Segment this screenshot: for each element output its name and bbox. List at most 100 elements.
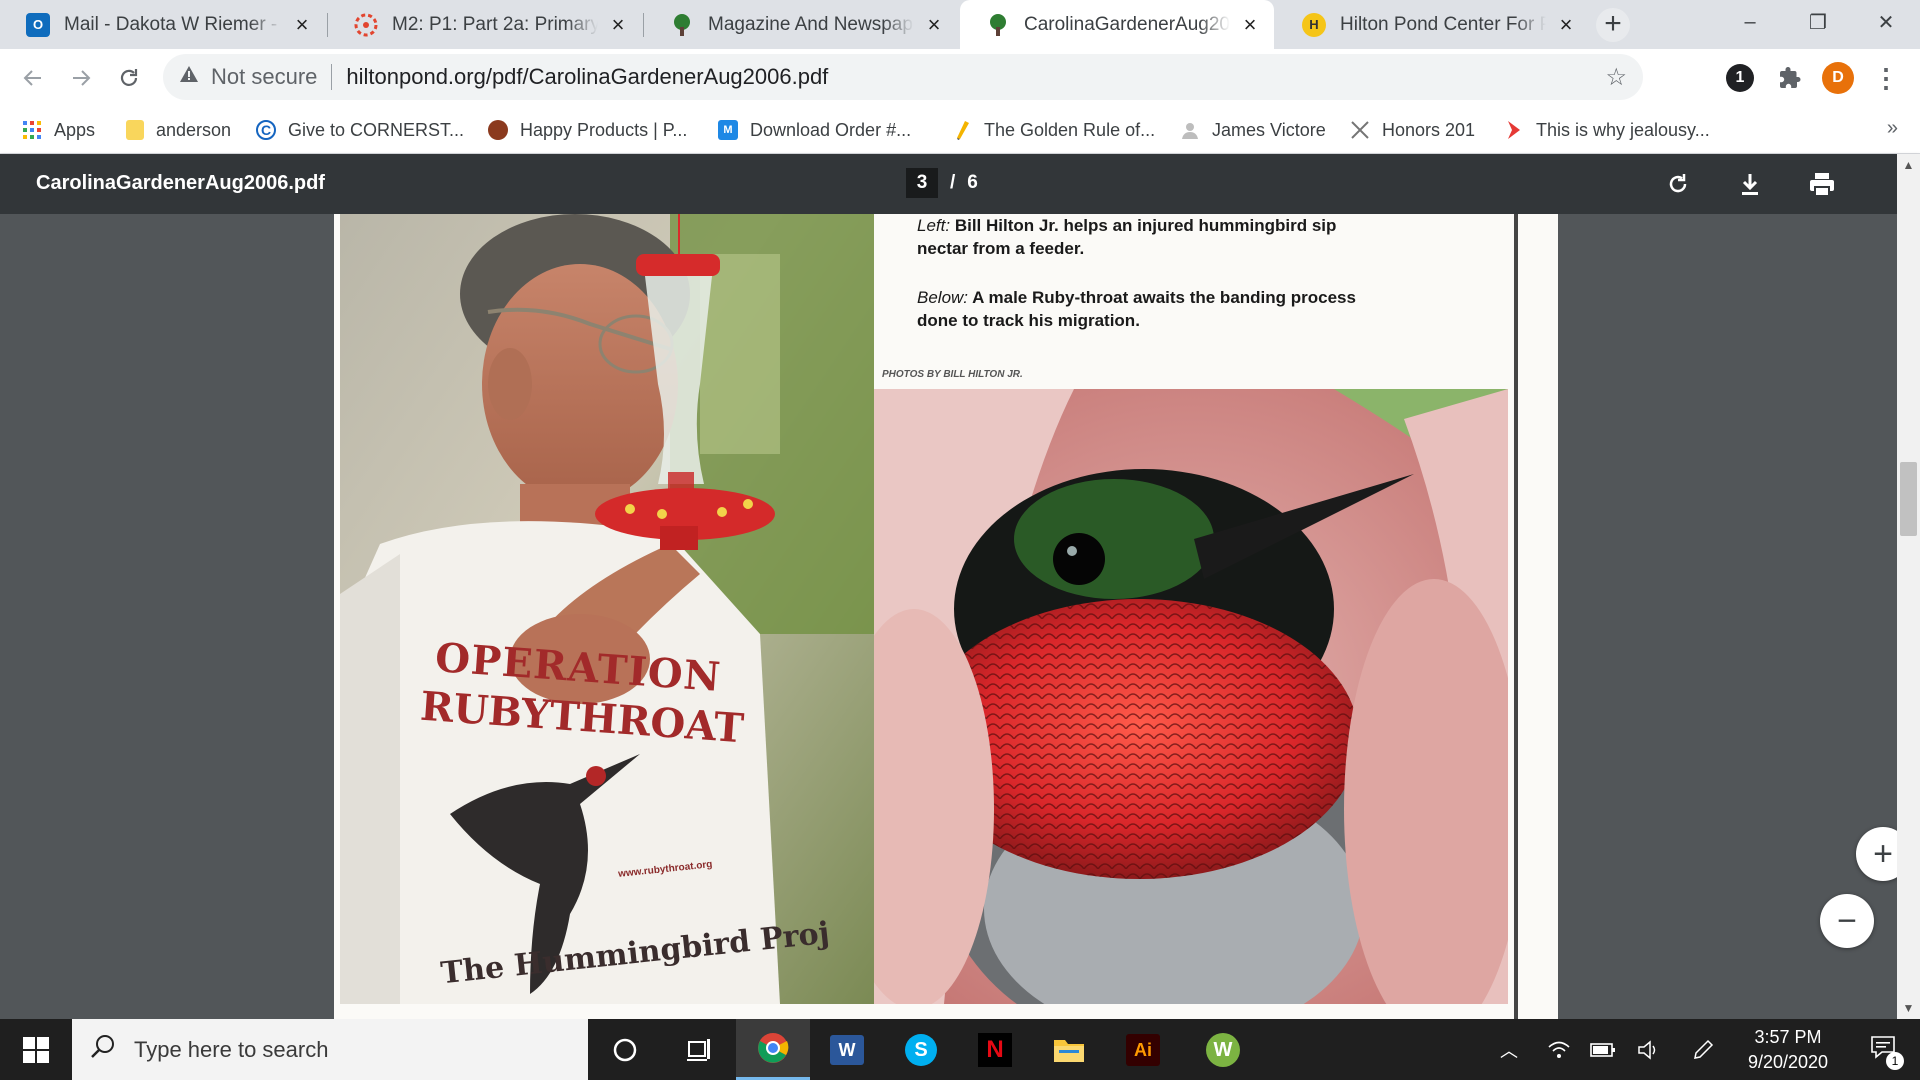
close-icon[interactable]: × <box>1238 12 1262 37</box>
back-arrow-icon <box>23 70 41 86</box>
address-bar[interactable]: Not secure hiltonpond.org/pdf/CarolinaGa… <box>163 54 1643 100</box>
warning-triangle-icon <box>179 64 201 90</box>
forward-button[interactable] <box>60 57 102 99</box>
bookmarks-bar: Apps anderson C Give to CORNERST... Happ… <box>0 107 1920 154</box>
illustrator-icon[interactable]: Ai <box>1106 1019 1180 1080</box>
download-icon <box>1742 174 1758 195</box>
bookmark-download-order[interactable]: M Download Order #... <box>718 107 911 153</box>
bookmark-james-victore[interactable]: James Victore <box>1180 107 1326 153</box>
bookmark-label: Give to CORNERST... <box>288 119 465 140</box>
extensions-icon[interactable] <box>1774 62 1806 94</box>
tab-canvas-assignment[interactable]: M2: P1: Part 2a: Primary client × <box>328 0 642 49</box>
battery-icon[interactable] <box>1586 1019 1620 1080</box>
bookmark-apps[interactable]: Apps <box>22 107 95 153</box>
bookmark-label: Honors 201 <box>1382 119 1476 140</box>
tab-hilton-pond[interactable]: H Hilton Pond Center For Piedmont × <box>1276 0 1590 49</box>
bookmark-label: The Golden Rule of... <box>984 119 1156 140</box>
close-icon[interactable]: × <box>290 12 314 37</box>
hummingbird-illustration <box>874 389 1508 1004</box>
tab-title: Mail - Dakota W Riemer - Outlook <box>64 13 282 35</box>
url-text[interactable]: hiltonpond.org/pdf/CarolinaGardenerAug20… <box>346 64 1605 90</box>
restore-button[interactable]: ❐ <box>1784 0 1852 44</box>
search-placeholder: Type here to search <box>134 1036 329 1062</box>
new-tab-button[interactable]: + <box>1596 8 1630 42</box>
netflix-icon[interactable]: N <box>958 1019 1032 1080</box>
task-view-icon[interactable] <box>662 1019 736 1080</box>
caption-below: Below: A male Ruby-throat awaits the ban… <box>917 286 1357 332</box>
pdf-page: OPERATION RUBYTHROAT www.rubythroat.org … <box>334 214 1558 1019</box>
apps-grid-icon <box>22 120 42 140</box>
tab-carolina-gardener-pdf[interactable]: CarolinaGardenerAug2006.pdf × <box>960 0 1274 49</box>
close-window-button[interactable]: ✕ <box>1852 0 1920 44</box>
tab-strip: O Mail - Dakota W Riemer - Outlook × M2:… <box>0 0 1920 49</box>
browser-toolbar: Not secure hiltonpond.org/pdf/CarolinaGa… <box>0 49 1920 107</box>
chrome-icon[interactable] <box>736 1019 810 1080</box>
profile-avatar[interactable]: D <box>1822 62 1854 94</box>
page-gutter <box>1514 214 1518 1019</box>
tab-title: Magazine And Newspaper Articles <box>708 13 914 35</box>
zoom-out-button[interactable]: − <box>1820 894 1874 948</box>
tab-title: Hilton Pond Center For Piedmont <box>1340 13 1546 35</box>
search-icon <box>90 1033 116 1066</box>
folder-icon <box>126 120 144 140</box>
volume-icon[interactable] <box>1632 1019 1666 1080</box>
bookmark-label: Download Order #... <box>750 119 912 140</box>
close-icon[interactable]: × <box>1554 12 1578 37</box>
bookmark-jealousy[interactable]: This is why jealousy... <box>1504 107 1710 153</box>
more-bookmarks-button[interactable]: » <box>1887 117 1898 140</box>
happy-products-icon <box>488 120 508 140</box>
security-status[interactable]: Not secure <box>211 64 317 90</box>
start-button[interactable] <box>0 1019 72 1080</box>
reload-icon <box>120 69 138 86</box>
bookmark-happy-products[interactable]: Happy Products | P... <box>488 107 687 153</box>
system-clock[interactable]: 3:57 PM 9/20/2020 <box>1728 1025 1848 1075</box>
bookmark-red-icon <box>1504 120 1524 140</box>
tab-title: CarolinaGardenerAug2006.pdf <box>1024 13 1230 35</box>
page-indicator: 3 / 6 <box>906 168 978 198</box>
minimize-button[interactable]: – <box>1716 0 1784 44</box>
clock-time: 3:57 PM <box>1754 1027 1822 1047</box>
bookmark-star-icon[interactable]: ☆ <box>1605 63 1627 92</box>
chrome-menu-button[interactable]: ⋮ <box>1870 62 1902 94</box>
tab-outlook-mail[interactable]: O Mail - Dakota W Riemer - Outlook × <box>0 0 326 49</box>
photo-credit: PHOTOS BY BILL HILTON JR. <box>882 369 1023 380</box>
mm-icon: M <box>718 120 738 140</box>
photo-ruby-throat-hummingbird <box>874 389 1508 1004</box>
reload-button[interactable] <box>108 57 150 99</box>
notification-count: 1 <box>1886 1052 1904 1070</box>
tab-magazine-articles[interactable]: Magazine And Newspaper Articles × <box>644 0 958 49</box>
cornerstone-icon: C <box>256 120 276 140</box>
file-explorer-icon[interactable] <box>1032 1019 1106 1080</box>
scroll-up-arrow-icon[interactable]: ▲ <box>1897 154 1920 176</box>
action-center-button[interactable]: 1 <box>1858 1019 1908 1080</box>
print-button[interactable] <box>1804 166 1840 202</box>
scroll-thumb[interactable] <box>1900 462 1917 536</box>
taskbar-search-box[interactable]: Type here to search <box>72 1019 588 1080</box>
pdf-viewer[interactable]: OPERATION RUBYTHROAT www.rubythroat.org … <box>0 214 1920 1019</box>
word-icon[interactable]: W <box>810 1019 884 1080</box>
bookmark-honors-201[interactable]: Honors 201 <box>1350 107 1475 153</box>
close-icon[interactable]: × <box>922 12 946 37</box>
bookmark-anderson[interactable]: anderson <box>126 107 231 153</box>
cortana-icon[interactable] <box>588 1019 662 1080</box>
windows-logo-icon <box>23 1036 49 1063</box>
bookmark-golden-rule[interactable]: The Golden Rule of... <box>952 107 1155 153</box>
webroot-icon[interactable]: W <box>1186 1019 1260 1080</box>
pen-icon[interactable] <box>1686 1019 1720 1080</box>
man-feeder-illustration <box>340 214 874 1004</box>
tab-title: M2: P1: Part 2a: Primary client <box>392 13 598 35</box>
skype-icon[interactable]: S <box>884 1019 958 1080</box>
download-button[interactable] <box>1732 166 1768 202</box>
bookmark-cornerstone[interactable]: C Give to CORNERST... <box>256 107 464 153</box>
vertical-scrollbar[interactable]: ▲ ▼ <box>1897 154 1920 1019</box>
caption-left: Left: Bill Hilton Jr. helps an injured h… <box>917 214 1357 260</box>
show-hidden-icons-chevron-icon[interactable]: ︿ <box>1494 1019 1524 1080</box>
bookmark-label: This is why jealousy... <box>1536 119 1710 140</box>
wifi-icon[interactable] <box>1542 1019 1576 1080</box>
close-icon[interactable]: × <box>606 12 630 37</box>
current-page-input[interactable]: 3 <box>906 168 938 198</box>
extension-badge[interactable]: 1 <box>1726 64 1754 92</box>
back-button[interactable] <box>12 57 54 99</box>
rotate-button[interactable] <box>1660 166 1696 202</box>
scroll-down-arrow-icon[interactable]: ▼ <box>1897 997 1920 1019</box>
